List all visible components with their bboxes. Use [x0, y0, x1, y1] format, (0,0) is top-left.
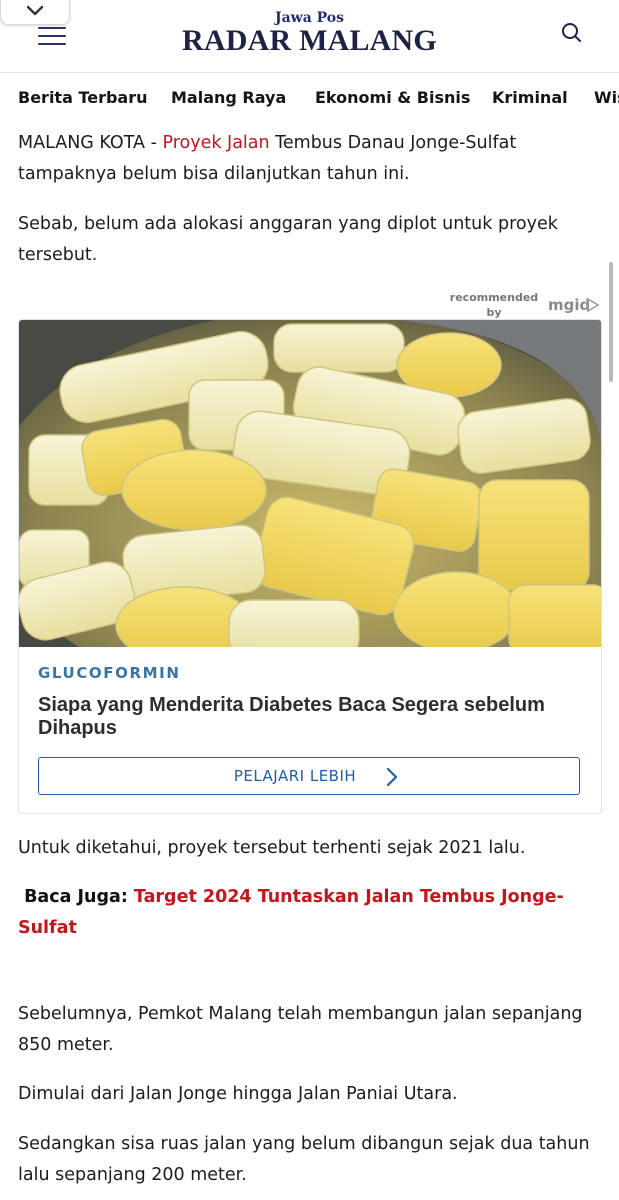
sponsored-ad-card[interactable]: GLUCOFORMIN Siapa yang Menderita Diabete… [18, 319, 602, 814]
ad-brand-label[interactable]: GLUCOFORMIN [38, 664, 181, 682]
nav-item-malang-raya[interactable]: Malang Raya [171, 88, 286, 107]
nav-item-wisata[interactable]: Wis [594, 88, 619, 107]
category-nav: Berita Terbaru Malang Raya Ekonomi & Bis… [0, 72, 619, 122]
nav-item-berita-terbaru[interactable]: Berita Terbaru [18, 88, 148, 107]
article-paragraph: Dimulai dari Jalan Jonge hingga Jalan Pa… [18, 1084, 458, 1104]
ad-cta-button[interactable]: PELAJARI LEBIH [38, 757, 580, 795]
article-paragraph: MALANG KOTA - Proyek Jalan Tembus Danau … [18, 128, 608, 190]
page-scrollbar[interactable] [609, 262, 613, 382]
article-paragraph: Untuk diketahui, proyek tersebut terhent… [18, 838, 526, 858]
nav-item-kriminal[interactable]: Kriminal [492, 88, 568, 107]
recommended-by-label: recommended by [449, 291, 539, 319]
ad-headline[interactable]: Siapa yang Menderita Diabetes Baca Seger… [38, 694, 578, 740]
article-paragraph: Sedangkan sisa ruas jalan yang belum dib… [18, 1134, 590, 1185]
ad-cta-label: PELAJARI LEBIH [233, 767, 357, 785]
site-logo[interactable]: RADAR MALANG [0, 24, 619, 58]
search-icon[interactable] [560, 21, 584, 45]
baca-juga-block: Baca Juga: Target 2024 Tuntaskan Jalan T… [18, 882, 608, 944]
site-header: Jawa Pos RADAR MALANG [0, 0, 619, 73]
article-paragraph: Sebelumnya, Pemkot Malang telah membangu… [18, 1004, 583, 1055]
ad-image[interactable] [19, 320, 601, 647]
ad-choices-icon[interactable] [586, 298, 600, 312]
chevron-right-icon [386, 767, 398, 787]
mgid-logo[interactable]: mgid [548, 296, 590, 314]
baca-juga-label: Baca Juga: [24, 887, 134, 907]
dateline: MALANG KOTA - [18, 133, 163, 153]
nav-item-ekonomi-bisnis[interactable]: Ekonomi & Bisnis [315, 88, 470, 107]
article-paragraph: Sebab, belum ada alokasi anggaran yang d… [18, 214, 558, 265]
inline-link-proyek-jalan[interactable]: Proyek Jalan [162, 133, 269, 153]
